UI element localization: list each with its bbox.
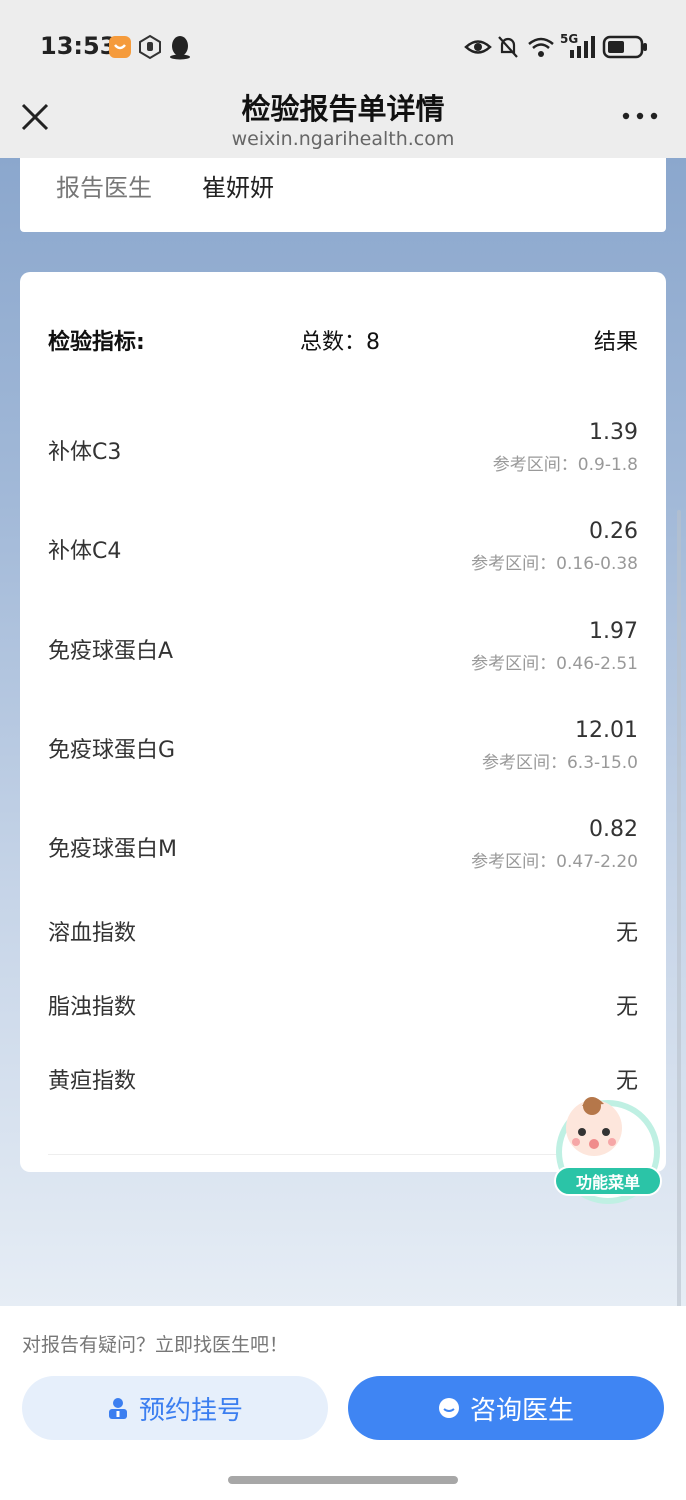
result-value: 1.97 bbox=[589, 619, 638, 644]
report-info-card: 报告医生 崔妍妍 bbox=[20, 158, 666, 232]
results-header: 检验指标: 总数：8 结果 bbox=[20, 324, 666, 358]
footer: 对报告有疑问？立即找医生吧！ 预约挂号 咨询医生 bbox=[0, 1306, 686, 1500]
function-menu-button[interactable]: 功能菜单 bbox=[548, 1084, 668, 1210]
result-reference: 参考区间：6.3-15.0 bbox=[481, 753, 638, 773]
result-name: 补体C3 bbox=[48, 440, 122, 465]
result-row: 免疫球蛋白G 12.01 参考区间：6.3-15.0 bbox=[20, 718, 666, 778]
chat-bubble-icon bbox=[438, 1398, 459, 1418]
result-name: 脂浊指数 bbox=[48, 995, 137, 1020]
results-card: 检验指标: 总数：8 结果 补体C3 1.39 参考区间：0.9-1.8 补体C… bbox=[20, 272, 666, 1172]
result-name: 补体C4 bbox=[48, 539, 122, 564]
consult-doctor-label: 咨询医生 bbox=[469, 1395, 574, 1426]
eye-icon bbox=[464, 40, 492, 54]
page-domain: weixin.ngarihealth.com bbox=[231, 128, 455, 150]
function-menu-label: 功能菜单 bbox=[554, 1166, 662, 1196]
result-value: 12.01 bbox=[575, 718, 638, 743]
top-bar: 13:53 5G 检验报告单详情 weixin.ngarihealth.com bbox=[0, 0, 686, 158]
result-row: 免疫球蛋白A 1.97 参考区间：0.46-2.51 bbox=[20, 619, 666, 679]
signal-icon bbox=[570, 36, 595, 58]
result-name: 溶血指数 bbox=[48, 921, 137, 946]
result-value: 无 bbox=[615, 995, 638, 1020]
notification-app-icon bbox=[109, 36, 131, 58]
home-indicator[interactable] bbox=[228, 1476, 458, 1484]
more-icon[interactable] bbox=[622, 108, 658, 124]
results-header-label: 检验指标: bbox=[48, 330, 145, 355]
result-row: 溶血指数 无 bbox=[20, 915, 666, 951]
result-row: 脂浊指数 无 bbox=[20, 989, 666, 1025]
result-reference: 参考区间：0.9-1.8 bbox=[492, 455, 638, 475]
consult-doctor-button[interactable]: 咨询医生 bbox=[348, 1376, 664, 1440]
results-column-title: 结果 bbox=[593, 330, 638, 355]
result-name: 黄疸指数 bbox=[48, 1069, 137, 1094]
result-value: 无 bbox=[615, 921, 638, 946]
wifi-icon bbox=[528, 37, 554, 57]
result-reference: 参考区间：0.47-2.20 bbox=[471, 852, 638, 872]
result-value: 1.39 bbox=[589, 420, 638, 445]
scrollbar[interactable] bbox=[677, 510, 681, 1362]
page-title: 检验报告单详情 bbox=[241, 92, 445, 126]
result-value: 0.82 bbox=[589, 817, 638, 842]
result-name: 免疫球蛋白M bbox=[48, 837, 177, 862]
hand-icon bbox=[139, 34, 161, 60]
report-doctor-label: 报告医生 bbox=[56, 174, 152, 202]
result-value: 0.26 bbox=[589, 519, 638, 544]
battery-icon bbox=[602, 35, 647, 59]
doctor-icon bbox=[108, 1398, 127, 1419]
result-reference: 参考区间：0.16-0.38 bbox=[471, 554, 638, 574]
result-row: 补体C4 0.26 参考区间：0.16-0.38 bbox=[20, 519, 666, 579]
book-appointment-label: 预约挂号 bbox=[138, 1395, 243, 1426]
qq-icon bbox=[170, 36, 190, 60]
footer-tip: 对报告有疑问？立即找医生吧！ bbox=[22, 1334, 289, 1356]
result-name: 免疫球蛋白A bbox=[48, 639, 174, 664]
status-time: 13:53 bbox=[40, 32, 117, 60]
result-row: 免疫球蛋白M 0.82 参考区间：0.47-2.20 bbox=[20, 817, 666, 877]
status-bar: 13:53 5G bbox=[0, 0, 686, 92]
result-name: 免疫球蛋白G bbox=[48, 738, 176, 763]
result-reference: 参考区间：0.46-2.51 bbox=[471, 654, 638, 674]
report-doctor-name: 崔妍妍 bbox=[202, 174, 274, 202]
results-count: 总数：8 bbox=[300, 330, 380, 355]
result-row: 补体C3 1.39 参考区间：0.9-1.8 bbox=[20, 420, 666, 480]
mute-bell-icon bbox=[498, 36, 518, 58]
book-appointment-button[interactable]: 预约挂号 bbox=[22, 1376, 328, 1440]
